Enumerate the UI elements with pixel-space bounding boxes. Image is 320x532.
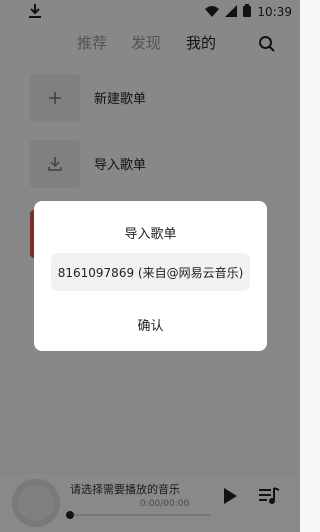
dialog-title: 导入歌单 bbox=[124, 227, 177, 242]
confirm-button[interactable]: 确认 bbox=[34, 315, 267, 334]
import-playlist-dialog: 导入歌单 8161097869 (来自@网易云音乐) 确认 bbox=[34, 201, 267, 351]
playlist-id-field[interactable]: 8161097869 (来自@网易云音乐) bbox=[51, 253, 250, 291]
